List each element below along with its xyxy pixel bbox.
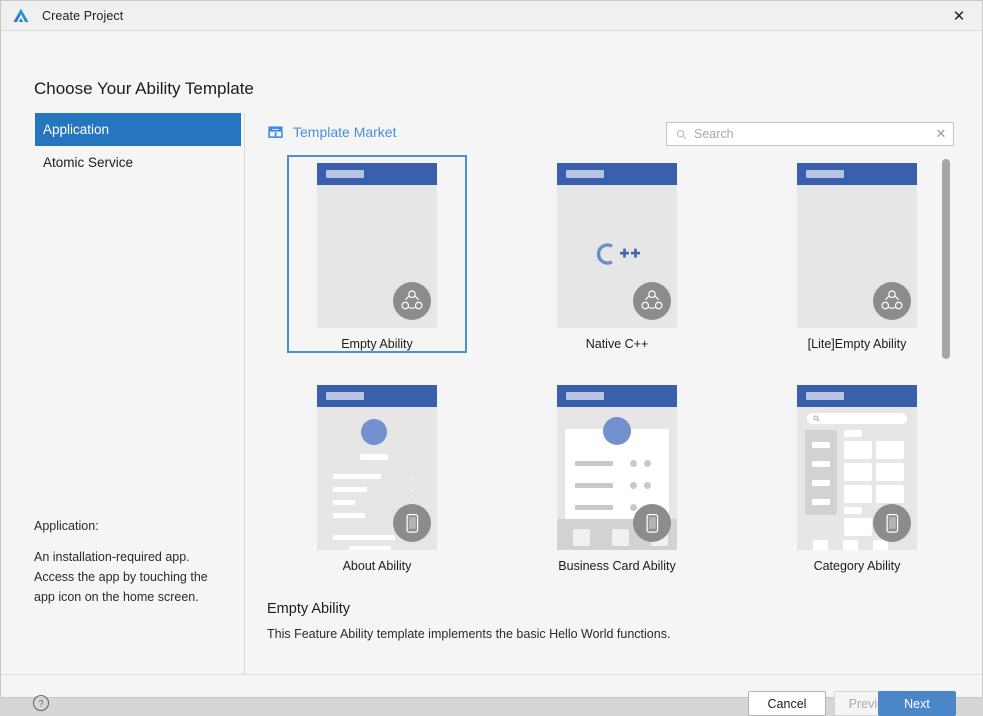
distributed-ability-icon [633,282,671,320]
template-card-label: About Ability [342,559,412,573]
thumb-appbar [317,163,437,185]
distributed-ability-icon [393,282,431,320]
svg-text:?: ? [38,698,43,708]
search-icon [676,129,687,139]
template-card-label: [Lite]Empty Ability [807,337,907,351]
template-market-label: Template Market [293,123,397,140]
template-card-label: Native C++ [585,337,649,351]
page-title: Choose Your Ability Template [34,79,254,98]
help-circle-icon[interactable]: ? [32,694,50,712]
search-input[interactable] [694,127,929,141]
cpp-logo-icon [557,241,677,272]
thumb-appbar [557,385,677,407]
storefront-icon [268,126,283,138]
category-description: Application: An installation-required ap… [34,516,229,607]
template-grid-scrollbar[interactable] [942,155,950,590]
sidebar-item-label: Application [43,122,110,137]
phone-device-icon [633,504,671,542]
thumb-appbar [557,163,677,185]
template-detail-description: This Feature Ability template implements… [267,627,671,641]
thumb-appbar [797,385,917,407]
category-sidebar: Application Atomic Service Application: … [1,113,245,674]
template-grid-viewport: Empty Ability Native C++ [Lite]Empty Abi… [257,155,949,590]
create-project-dialog: Create Project ✕ Choose Your Ability Tem… [0,0,983,716]
template-card-business-card-ability[interactable]: Business Card Ability [527,377,707,575]
category-description-title: Application: [34,519,99,533]
template-thumbnail [557,163,677,328]
template-grid: Empty Ability Native C++ [Lite]Empty Abi… [257,155,949,590]
template-card-label: Category Ability [813,559,901,573]
title-bar: Create Project ✕ [1,1,982,31]
thumb-avatar [603,417,631,445]
search-box[interactable]: ✕ [666,122,954,146]
window-title: Create Project [42,8,124,23]
sidebar-item-label: Atomic Service [43,155,134,170]
dialog-body: Choose Your Ability Template Application… [1,31,982,716]
phone-device-icon [873,504,911,542]
template-card-native-cpp[interactable]: Native C++ [527,155,707,353]
template-detail-title: Empty Ability [267,601,350,617]
template-thumbnail [797,385,917,550]
template-card-about-ability[interactable]: › › › › [287,377,467,575]
sidebar-item-atomic-service[interactable]: Atomic Service [35,146,241,179]
cancel-button[interactable]: Cancel [748,691,826,716]
thumb-appbar [317,385,437,407]
template-card-lite-empty-ability[interactable]: [Lite]Empty Ability [767,155,947,353]
search-icon [813,415,820,422]
deveco-triangle-logo-icon [13,8,29,22]
sidebar-item-application[interactable]: Application [35,113,241,146]
template-thumbnail: › › › › [317,385,437,550]
template-card-category-ability[interactable]: Category Ability [767,377,947,575]
scrollbar-thumb[interactable] [942,159,950,359]
category-description-line: app icon on the home screen. [34,590,199,604]
dialog-footer: ? Cancel Previous Next [1,674,982,716]
template-market-link[interactable]: Template Market [267,123,396,140]
category-description-line: An installation-required app. [34,550,190,564]
close-icon[interactable]: ✕ [936,1,982,31]
template-pane: Template Market ✕ [245,113,982,674]
template-card-label: Empty Ability [341,337,413,351]
distributed-ability-icon [873,282,911,320]
phone-device-icon [393,504,431,542]
template-card-empty-ability[interactable]: Empty Ability [287,155,467,353]
template-thumbnail [557,385,677,550]
clear-icon[interactable]: ✕ [929,123,953,145]
next-button[interactable]: Next [878,691,956,716]
template-card-label: Business Card Ability [558,559,676,573]
thumb-appbar [797,163,917,185]
thumb-avatar [361,419,387,445]
thumb-search-bar [807,413,907,424]
category-description-line: Access the app by touching the [34,570,208,584]
template-thumbnail [797,163,917,328]
template-thumbnail [317,163,437,328]
